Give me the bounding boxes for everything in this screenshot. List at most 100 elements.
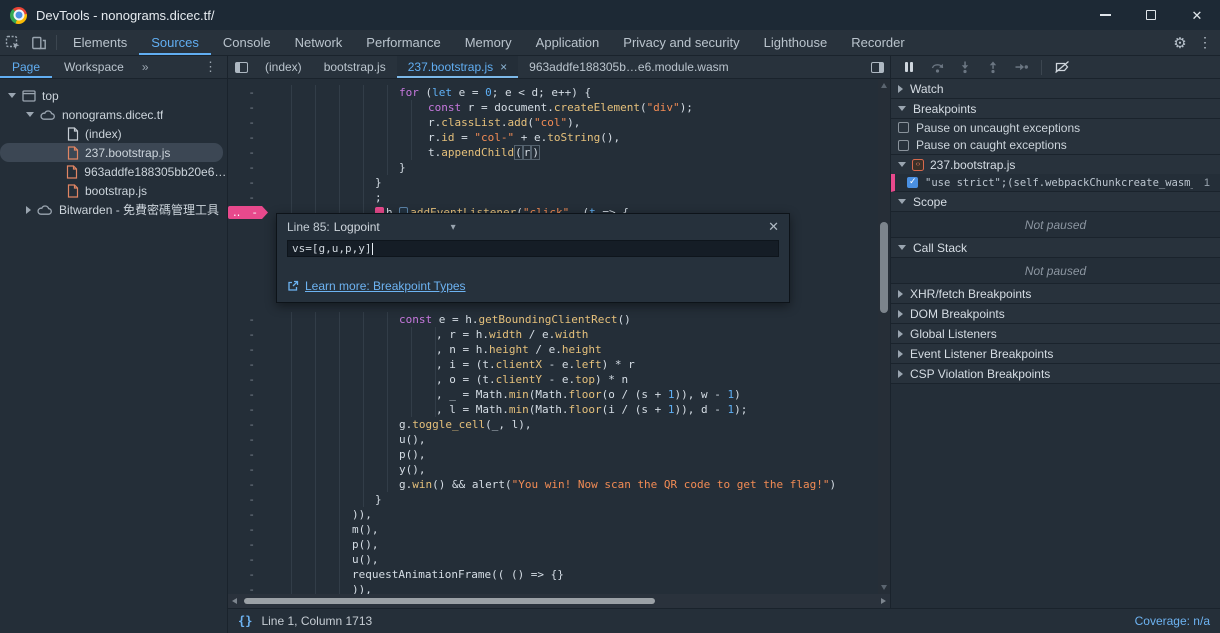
tree-item-top[interactable]: top — [0, 86, 227, 105]
editor-tab-237-bootstrap-js[interactable]: 237.bootstrap.js× — [397, 56, 518, 78]
deactivate-breakpoints-icon[interactable] — [1050, 56, 1074, 78]
chevron-down-icon[interactable] — [898, 245, 906, 250]
line-gutter[interactable]: - — [228, 433, 268, 446]
breakpoint-entry[interactable]: "use strict";(self.webpackChunkcreate_wa… — [891, 174, 1220, 192]
tab-recorder[interactable]: Recorder — [839, 30, 916, 55]
code-editor[interactable]: -for (let e = 0; e < d; e++) {-const r =… — [228, 79, 890, 594]
navigator-tab-workspace[interactable]: Workspace — [52, 56, 136, 78]
line-gutter[interactable]: - — [228, 343, 268, 356]
line-gutter[interactable]: - — [228, 328, 268, 341]
inspect-element-icon[interactable] — [0, 30, 26, 55]
line-gutter[interactable]: - — [228, 403, 268, 416]
tab-network[interactable]: Network — [283, 30, 355, 55]
chevron-down-icon[interactable] — [26, 112, 34, 117]
tab-lighthouse[interactable]: Lighthouse — [752, 30, 840, 55]
chevron-down-icon[interactable] — [898, 199, 906, 204]
logpoint-marker[interactable]: ‥- — [228, 206, 268, 219]
section-237-bootstrap-js[interactable]: ‹›237.bootstrap.js — [891, 155, 1220, 174]
checkbox-row-pause-on-caught-exceptions[interactable]: Pause on caught exceptions — [891, 136, 1220, 155]
chevron-down-icon[interactable] — [898, 106, 906, 111]
tab-performance[interactable]: Performance — [354, 30, 452, 55]
minimize-button[interactable] — [1082, 0, 1128, 30]
step-over-icon[interactable] — [925, 56, 949, 78]
line-gutter[interactable]: - — [228, 508, 268, 521]
line-gutter[interactable]: - — [228, 191, 268, 204]
line-gutter[interactable]: - — [228, 418, 268, 431]
editor-tab-index[interactable]: (index) — [254, 56, 313, 78]
tab-elements[interactable]: Elements — [61, 30, 139, 55]
chevron-down-icon[interactable] — [8, 93, 16, 98]
tree-item-963addfe188305bb20e6-m[interactable]: 963addfe188305bb20e6.m… — [0, 162, 227, 181]
section-breakpoints[interactable]: Breakpoints — [891, 99, 1220, 119]
line-gutter[interactable]: - — [228, 493, 268, 506]
scroll-left-arrow-icon[interactable] — [232, 598, 237, 604]
section-call-stack[interactable]: Call Stack — [891, 238, 1220, 258]
vertical-scroll-thumb[interactable] — [880, 222, 888, 313]
line-gutter[interactable]: - — [228, 116, 268, 129]
close-tab-icon[interactable]: × — [500, 60, 507, 74]
chevron-right-icon[interactable] — [898, 290, 903, 298]
tab-memory[interactable]: Memory — [453, 30, 524, 55]
tab-privacy-and-security[interactable]: Privacy and security — [611, 30, 751, 55]
tab-console[interactable]: Console — [211, 30, 283, 55]
line-gutter[interactable]: - — [228, 478, 268, 491]
chevron-right-icon[interactable] — [898, 310, 903, 318]
step-icon[interactable] — [1009, 56, 1033, 78]
toggle-debugger-panel-icon[interactable] — [864, 56, 890, 78]
section-scope[interactable]: Scope — [891, 192, 1220, 212]
editor-horizontal-scrollbar[interactable] — [228, 594, 890, 608]
tree-item-237-bootstrap-js[interactable]: 237.bootstrap.js — [0, 143, 223, 162]
line-gutter[interactable]: - — [228, 373, 268, 386]
more-tabs-chevron[interactable]: » — [136, 56, 155, 78]
breakpoint-checkbox[interactable] — [907, 177, 918, 188]
line-gutter[interactable]: - — [228, 101, 268, 114]
section-csp-violation-breakpoints[interactable]: CSP Violation Breakpoints — [891, 364, 1220, 384]
breakpoint-type-select[interactable]: Logpoint ▾ — [334, 220, 456, 234]
scroll-up-arrow-icon[interactable] — [881, 83, 887, 88]
coverage-link[interactable]: Coverage: n/a — [1135, 614, 1210, 628]
line-gutter[interactable]: - — [228, 313, 268, 326]
line-gutter[interactable]: - — [228, 131, 268, 144]
tree-item-nonograms-dicec-tf[interactable]: nonograms.dicec.tf — [0, 105, 227, 124]
section-global-listeners[interactable]: Global Listeners — [891, 324, 1220, 344]
tree-item-bitwarden[interactable]: Bitwarden - 免費密碼管理工具 — [0, 200, 227, 219]
line-gutter[interactable]: - — [228, 553, 268, 566]
navigator-tab-page[interactable]: Page — [0, 56, 52, 78]
chevron-right-icon[interactable] — [898, 370, 903, 378]
line-gutter[interactable]: - — [228, 568, 268, 581]
scroll-down-arrow-icon[interactable] — [881, 585, 887, 590]
line-gutter[interactable]: - — [228, 448, 268, 461]
learn-more-link[interactable]: Learn more: Breakpoint Types — [305, 279, 466, 293]
checkbox[interactable] — [898, 122, 909, 133]
horizontal-scroll-thumb[interactable] — [244, 598, 655, 604]
editor-vertical-scrollbar[interactable] — [878, 79, 890, 594]
close-button[interactable]: ✕ — [1174, 0, 1220, 30]
chevron-right-icon[interactable] — [898, 350, 903, 358]
step-out-icon[interactable] — [981, 56, 1005, 78]
line-gutter[interactable]: - — [228, 538, 268, 551]
chevron-down-icon[interactable] — [898, 162, 906, 167]
pause-script-icon[interactable] — [897, 56, 921, 78]
settings-gear-icon[interactable]: ⚙ — [1168, 34, 1192, 52]
line-gutter[interactable]: - — [228, 388, 268, 401]
checkbox-row-pause-on-uncaught-exceptions[interactable]: Pause on uncaught exceptions — [891, 119, 1220, 136]
line-gutter[interactable]: - — [228, 176, 268, 189]
scroll-right-arrow-icon[interactable] — [881, 598, 886, 604]
step-into-icon[interactable] — [953, 56, 977, 78]
section-watch[interactable]: Watch — [891, 79, 1220, 99]
editor-tab-bootstrap-js[interactable]: bootstrap.js — [313, 56, 397, 78]
section-event-listener-breakpoints[interactable]: Event Listener Breakpoints — [891, 344, 1220, 364]
checkbox[interactable] — [898, 140, 909, 151]
more-options-icon[interactable]: ⋮ — [1196, 34, 1214, 51]
section-xhr-fetch-breakpoints[interactable]: XHR/fetch Breakpoints — [891, 284, 1220, 304]
tab-sources[interactable]: Sources — [139, 30, 211, 55]
logpoint-expression-input[interactable]: vs=[g,u,p,y] — [287, 240, 779, 257]
line-gutter[interactable]: - — [228, 523, 268, 536]
tab-application[interactable]: Application — [524, 30, 612, 55]
line-gutter[interactable]: - — [228, 86, 268, 99]
section-dom-breakpoints[interactable]: DOM Breakpoints — [891, 304, 1220, 324]
navigator-more-icon[interactable]: ⋮ — [194, 56, 227, 78]
chevron-right-icon[interactable] — [898, 330, 903, 338]
tree-item-index[interactable]: (index) — [0, 124, 227, 143]
line-gutter[interactable]: - — [228, 161, 268, 174]
